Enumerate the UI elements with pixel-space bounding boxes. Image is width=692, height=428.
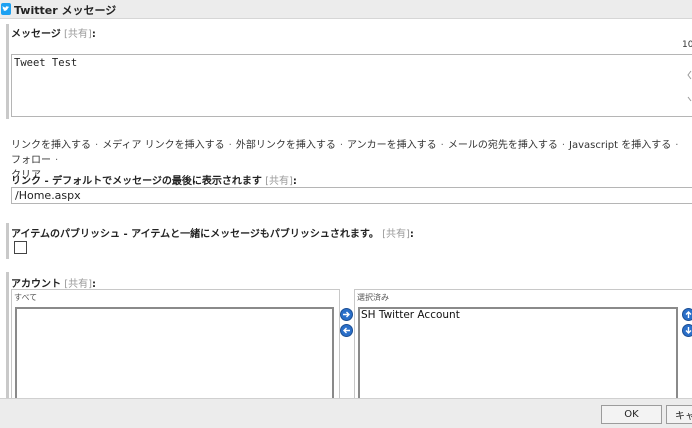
character-counter: 10 bbox=[682, 40, 692, 50]
list-item[interactable]: SH Twitter Account bbox=[361, 309, 460, 321]
link-label: リンク - デフォルトでメッセージの最後に表示されます [共有]: bbox=[11, 176, 297, 187]
window-title: Twitter メッセージ bbox=[14, 4, 117, 17]
ok-button[interactable]: OK bbox=[601, 405, 662, 424]
title-bar: Twitter メッセージ bbox=[0, 0, 692, 19]
shared-tag: [共有] bbox=[265, 176, 293, 187]
move-right-arrow-icon[interactable] bbox=[340, 308, 353, 321]
twitter-bird-icon bbox=[1, 3, 11, 15]
move-down-arrow-icon[interactable] bbox=[682, 324, 692, 337]
dialog-content: メッセージ [共有]: 10 Tweet Test リンクを挿入する · メディア … bbox=[0, 19, 692, 399]
move-left-arrow-icon[interactable] bbox=[340, 324, 353, 337]
selected-accounts-header: 選択済み bbox=[357, 293, 389, 302]
follow-link[interactable]: フォロー bbox=[11, 155, 51, 166]
section-divider bbox=[6, 272, 9, 398]
all-accounts-header: すべて bbox=[14, 293, 38, 302]
scroll-indicator-icon[interactable] bbox=[686, 67, 692, 107]
message-label: メッセージ [共有]: bbox=[11, 29, 96, 40]
publish-checkbox[interactable] bbox=[14, 241, 27, 254]
link-input[interactable]: /Home.aspx bbox=[11, 187, 692, 204]
accounts-label: アカウント [共有]: bbox=[11, 279, 96, 290]
insert-anchor-link[interactable]: アンカーを挿入する bbox=[347, 140, 437, 151]
move-up-arrow-icon[interactable] bbox=[682, 308, 692, 321]
insert-javascript-link[interactable]: Javascript を挿入する bbox=[569, 140, 671, 151]
insert-external-link-link[interactable]: 外部リンクを挿入する bbox=[236, 140, 336, 151]
insert-mailto-link[interactable]: メールの宛先を挿入する bbox=[448, 140, 558, 151]
publish-label: アイテムのパブリッシュ - アイテムと一緒にメッセージもパブリッシュされます。 … bbox=[11, 229, 414, 240]
cancel-button[interactable]: キャ bbox=[666, 405, 692, 424]
section-divider bbox=[6, 223, 9, 259]
insert-media-link-link[interactable]: メディア リンクを挿入する bbox=[102, 140, 224, 151]
shared-tag: [共有] bbox=[64, 29, 92, 40]
message-textarea[interactable]: Tweet Test bbox=[11, 54, 692, 117]
shared-tag: [共有] bbox=[382, 229, 410, 240]
dialog-footer: OK キャ bbox=[0, 398, 692, 428]
insert-link-link[interactable]: リンクを挿入する bbox=[11, 140, 91, 151]
section-divider bbox=[6, 24, 9, 119]
all-accounts-list[interactable] bbox=[15, 307, 334, 398]
